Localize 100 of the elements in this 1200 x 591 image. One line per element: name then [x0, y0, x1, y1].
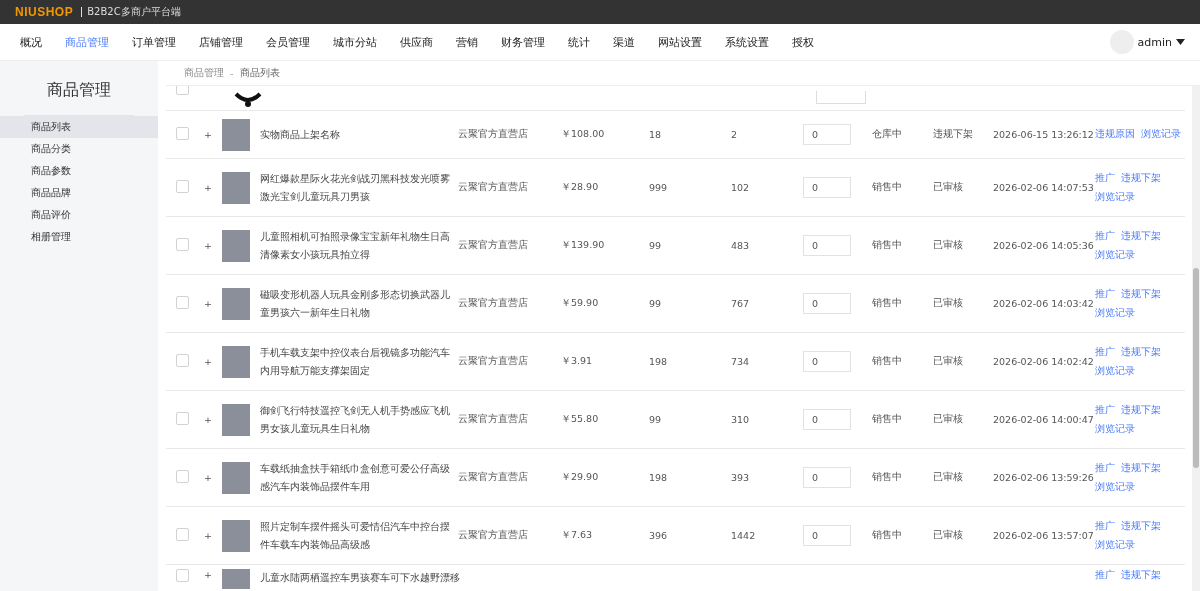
sale-status: 仓库中	[872, 128, 902, 139]
action-link[interactable]: 推广	[1095, 461, 1115, 475]
nav-tab[interactable]: 系统设置	[725, 34, 769, 50]
nav-tab[interactable]: 订单管理	[132, 34, 176, 50]
sale-status: 销售中	[872, 297, 902, 308]
action-link[interactable]: 违规下架	[1121, 461, 1161, 475]
action-link[interactable]: 浏览记录	[1095, 248, 1135, 262]
checkbox[interactable]	[176, 180, 189, 193]
caret-icon[interactable]	[1176, 39, 1185, 45]
scrollbar-thumb[interactable]	[1193, 268, 1199, 468]
price: ￥55.80	[561, 413, 599, 424]
action-link[interactable]: 浏览记录	[1095, 422, 1135, 436]
sort-input[interactable]: 0	[803, 235, 851, 256]
checkbox[interactable]	[176, 528, 189, 541]
sidebar-item[interactable]: 商品分类	[0, 138, 158, 160]
expand-icon[interactable]: +	[204, 356, 212, 367]
action-link[interactable]: 推广	[1095, 403, 1115, 417]
checkbox[interactable]	[176, 569, 189, 582]
expand-icon[interactable]: +	[204, 569, 212, 580]
action-link[interactable]: 违规下架	[1121, 287, 1161, 301]
action-link[interactable]: 浏览记录	[1141, 128, 1181, 141]
action-link[interactable]: 推广	[1095, 171, 1115, 185]
checkbox[interactable]	[176, 127, 189, 140]
action-link[interactable]: 违规下架	[1121, 519, 1161, 533]
stock-count: 734	[731, 356, 750, 367]
nav-tab[interactable]: 城市分站	[333, 34, 377, 50]
action-link[interactable]: 浏览记录	[1095, 190, 1135, 204]
sidebar-item[interactable]: 商品参数	[0, 160, 158, 182]
sales-count: 99	[649, 240, 662, 251]
expand-icon[interactable]: +	[204, 530, 212, 541]
expand-icon[interactable]: +	[204, 472, 212, 483]
sort-input[interactable]: 0	[803, 525, 851, 546]
price: ￥108.00	[561, 128, 605, 139]
nav-tab[interactable]: 会员管理	[266, 34, 310, 50]
product-name: 磁吸变形机器人玩具金刚多形态切换武器儿童男孩六一新年生日礼物	[260, 288, 450, 318]
action-link[interactable]: 违规原因	[1095, 128, 1135, 141]
action-link[interactable]: 推广	[1095, 287, 1115, 301]
sort-input[interactable]	[816, 91, 866, 104]
sidebar-item[interactable]: 商品列表	[0, 116, 158, 138]
expand-icon[interactable]: +	[204, 182, 212, 193]
action-link[interactable]: 推广	[1095, 229, 1115, 243]
price: ￥7.63	[561, 529, 593, 540]
action-link[interactable]: 推广	[1095, 345, 1115, 359]
action-link[interactable]: 浏览记录	[1095, 480, 1135, 494]
action-link[interactable]: 浏览记录	[1095, 538, 1135, 552]
action-link[interactable]: 推广	[1095, 519, 1115, 533]
nav-tab[interactable]: 统计	[568, 34, 590, 50]
checkbox[interactable]	[176, 470, 189, 483]
nav-tab[interactable]: 渠道	[613, 34, 635, 50]
nav-tab[interactable]: 营销	[456, 34, 478, 50]
checkbox[interactable]	[176, 238, 189, 251]
store-name: 云聚官方直营店	[458, 181, 528, 192]
stock-count: 2	[731, 129, 738, 140]
audit-status: 已审核	[933, 529, 963, 540]
stock-count: 767	[731, 298, 750, 309]
sort-input[interactable]: 0	[803, 124, 851, 145]
scrollbar[interactable]	[1192, 86, 1200, 591]
sales-count: 198	[649, 356, 668, 367]
nav-tab[interactable]: 商品管理	[65, 34, 109, 50]
create-time: 2026-02-06 14:05:36	[993, 240, 1094, 251]
sort-input[interactable]: 0	[803, 409, 851, 430]
sidebar-item[interactable]: 商品评价	[0, 204, 158, 226]
sort-input[interactable]: 0	[803, 351, 851, 372]
checkbox[interactable]	[176, 296, 189, 309]
sort-input[interactable]: 0	[803, 467, 851, 488]
product-photo	[222, 569, 250, 589]
nav-tab[interactable]: 店铺管理	[199, 34, 243, 50]
action-link[interactable]: 浏览记录	[1095, 364, 1135, 378]
sales-count: 99	[649, 414, 662, 425]
expand-icon[interactable]: +	[204, 240, 212, 251]
price: ￥139.90	[561, 239, 605, 250]
action-link[interactable]: 违规下架	[1121, 569, 1161, 582]
breadcrumb-link[interactable]: 商品管理	[184, 66, 224, 80]
checkbox[interactable]	[176, 412, 189, 425]
stock-count: 1442	[731, 530, 756, 541]
action-link[interactable]: 违规下架	[1121, 403, 1161, 417]
action-link[interactable]: 违规下架	[1121, 229, 1161, 243]
sort-input[interactable]: 0	[803, 177, 851, 198]
action-link[interactable]: 违规下架	[1121, 171, 1161, 185]
nav-tab[interactable]: 授权	[792, 34, 814, 50]
sidebar-item[interactable]: 相册管理	[0, 226, 158, 248]
price: ￥29.90	[561, 471, 599, 482]
sort-input[interactable]: 0	[803, 293, 851, 314]
expand-icon[interactable]: +	[204, 129, 212, 140]
create-time: 2026-02-06 13:57:07	[993, 530, 1094, 541]
sidebar-item[interactable]: 商品品牌	[0, 182, 158, 204]
action-link[interactable]: 推广	[1095, 569, 1115, 582]
action-link[interactable]: 违规下架	[1121, 345, 1161, 359]
expand-icon[interactable]: +	[204, 298, 212, 309]
sales-count: 198	[649, 472, 668, 483]
action-link[interactable]: 浏览记录	[1095, 306, 1135, 320]
product-name: 御剑飞行特技遥控飞剑无人机手势感应飞机男女孩儿童玩具生日礼物	[260, 404, 450, 434]
expand-icon[interactable]: +	[204, 414, 212, 425]
audit-status: 已审核	[933, 181, 963, 192]
nav-tab[interactable]: 供应商	[400, 34, 433, 50]
nav-tab[interactable]: 网站设置	[658, 34, 702, 50]
user-name[interactable]: admin	[1137, 35, 1172, 49]
nav-tab[interactable]: 概况	[20, 34, 42, 50]
nav-tab[interactable]: 财务管理	[501, 34, 545, 50]
checkbox[interactable]	[176, 354, 189, 367]
